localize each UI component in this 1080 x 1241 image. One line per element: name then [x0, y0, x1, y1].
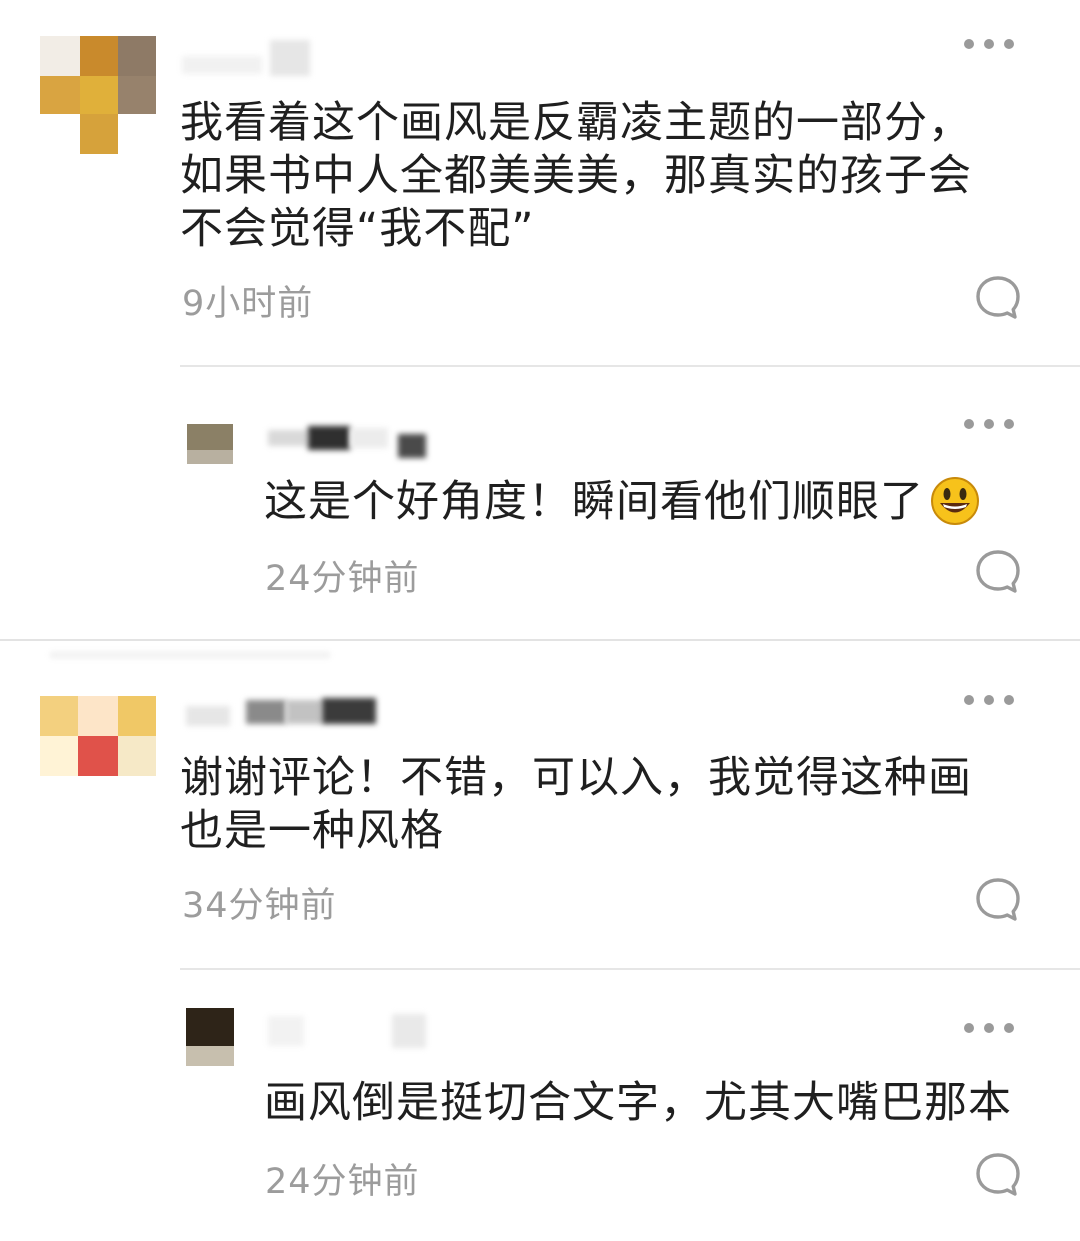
- avatar[interactable]: [40, 36, 156, 154]
- comment-bubble-icon[interactable]: [974, 274, 1022, 322]
- blurred-fragment: [50, 650, 350, 664]
- username-blurred[interactable]: [268, 420, 438, 464]
- avatar[interactable]: [186, 1008, 234, 1066]
- comment-bubble-icon[interactable]: [974, 1151, 1022, 1199]
- reply-time: 24分钟前: [265, 559, 420, 599]
- more-icon[interactable]: [964, 1020, 1014, 1036]
- more-icon[interactable]: [964, 692, 1014, 708]
- divider: [180, 968, 1080, 970]
- comment-bubble-icon[interactable]: [974, 876, 1022, 924]
- username-blurred[interactable]: [186, 692, 396, 736]
- divider: [180, 365, 1080, 367]
- smiley-emoji: [931, 477, 979, 525]
- more-icon[interactable]: [964, 416, 1014, 432]
- reply-text: 这是个好角度！瞬间看他们顺眼了: [264, 476, 980, 529]
- comment-text: 谢谢评论！不错，可以入，我觉得这种画 也是一种风格: [180, 753, 972, 856]
- thread-divider: [0, 639, 1080, 641]
- comment-bubble-icon[interactable]: [974, 548, 1022, 596]
- comment-text: 我看着这个画风是反霸凌主题的一部分， 如果书中人全都美美美，那真实的孩子会 不会…: [180, 98, 972, 254]
- avatar[interactable]: [40, 696, 156, 776]
- username-blurred[interactable]: [268, 1006, 438, 1056]
- reply-time: 24分钟前: [265, 1162, 420, 1202]
- comment-time: 9小时前: [182, 284, 314, 324]
- username-blurred[interactable]: [182, 36, 322, 80]
- avatar[interactable]: [187, 424, 233, 464]
- more-icon[interactable]: [964, 36, 1014, 52]
- comment-time: 34分钟前: [182, 886, 337, 926]
- comment-thread: 我看着这个画风是反霸凌主题的一部分， 如果书中人全都美美美，那真实的孩子会 不会…: [0, 0, 1080, 1241]
- reply-text: 画风倒是挺切合文字，尤其大嘴巴那本: [264, 1078, 1012, 1128]
